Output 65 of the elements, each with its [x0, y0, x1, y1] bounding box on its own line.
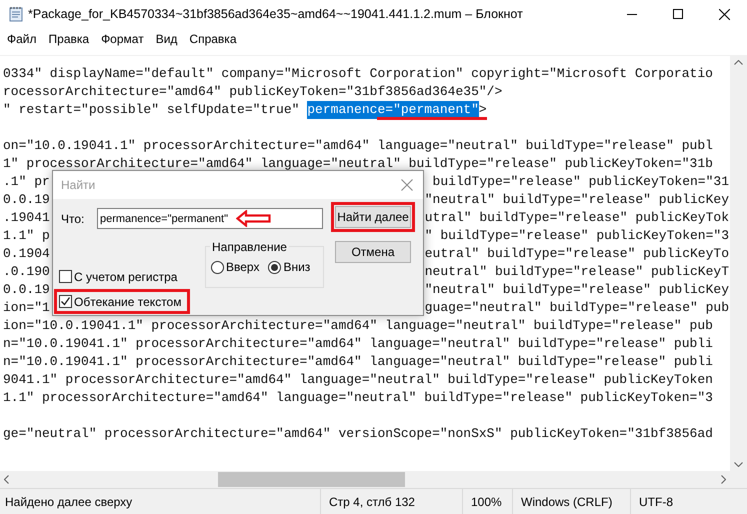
status-text: Windows (CRLF): [521, 494, 612, 510]
text-line: 0.1904: [3, 245, 50, 263]
text-line: 0.0.19: [3, 191, 50, 209]
radio-button[interactable]: [268, 260, 282, 274]
status-text: UTF-8: [639, 494, 673, 510]
text-line: neutral" buildType="release" publicKeyT: [424, 263, 729, 281]
status-text: Найдено далее сверху: [5, 494, 132, 510]
text-line: 1.1" p: [3, 227, 50, 245]
find-label: Что:: [60, 210, 86, 228]
text-line: 9041.1" processorArchitecture="amd64" language="neutral" buildType="release" publicKeyToken: [3, 371, 713, 389]
text-line: n="10.0.19041.1" processorArchitecture="amd64" language="neutral" buildType="release" publi: [3, 335, 713, 353]
text-line: " buildType="release" publicKeyToken="3: [424, 227, 729, 245]
status-text: Стр 4, стлб 132: [329, 494, 415, 510]
close-icon: [401, 179, 413, 191]
text-line: "neutral" buildType="release" publicKey: [424, 191, 729, 209]
text-line: on="10.0.19041.1" processorArchitecture="amd64" language="neutral" buildType="release" publ: [3, 137, 713, 155]
text-line: 0334" displayName="default" company="Microsoft Corporation" copyright="Microsoft Corporatio: [3, 65, 713, 83]
vertical-scrollbar[interactable]: [730, 56, 747, 471]
dialog-title: Найти: [61, 177, 96, 194]
scrollbar-thumb[interactable]: [218, 472, 405, 487]
close-icon: [718, 8, 730, 20]
text-line: utral" buildType="release" publicKeyTok: [424, 209, 729, 227]
scroll-down-icon[interactable]: [734, 462, 743, 467]
scroll-left-icon[interactable]: [4, 475, 9, 484]
text-line: 1.1" processorArchitecture="amd64" language="neutral" buildType="release" publicKeyToken="3: [3, 389, 713, 407]
checkbox[interactable]: [59, 295, 72, 308]
text-line: >: [478, 101, 487, 119]
menu-item[interactable]: Формат: [95, 28, 150, 49]
selected-text: permanence="permanent": [307, 101, 479, 119]
maximize-icon: [673, 9, 683, 19]
checkbox[interactable]: [59, 270, 72, 283]
menu-item[interactable]: Файл: [1, 28, 43, 49]
menu-item[interactable]: Вид: [150, 28, 184, 49]
window-title: *Package_for_KB4570334~31bf3856ad364e35~amd64~~19041.441.1.2.mum – Блокнот: [28, 6, 523, 23]
menu-item[interactable]: Справка: [183, 28, 242, 49]
radio-option[interactable]: Вверх: [211, 258, 260, 276]
text-line: buildType="release" publicKeyToken="31: [432, 173, 729, 191]
text-line: guage="neutral" buildType="release" pub: [424, 299, 729, 317]
text-line: " restart="possible" selfUpdate="true": [3, 101, 300, 119]
scroll-right-icon[interactable]: [721, 475, 726, 484]
text-line: ion="10.0.19041.1" processorArchitecture="amd64" language="neutral" buildType="release" pub: [3, 317, 713, 335]
notepad-icon: [8, 6, 24, 22]
text-line: rocessorArchitecture="amd64" publicKeyToken="31bf3856ad364e35"/>: [3, 83, 502, 101]
cancel-button[interactable]: Отмена: [335, 241, 411, 263]
text-line: .0.190: [3, 263, 50, 281]
text-line: "neutral" buildType="release" publicKey: [424, 281, 729, 299]
scroll-up-icon[interactable]: [734, 60, 743, 65]
radio-option[interactable]: Вниз: [268, 258, 310, 276]
check-icon: [60, 296, 71, 307]
text-line: .1" pr: [3, 173, 50, 191]
text-line: 1" processorArchitecture="amd64" language="neutral" buildType="release" publicKeyToken="31b: [3, 155, 713, 173]
text-line: ion="1: [3, 299, 50, 317]
text-line: ge="neutral" processorArchitecture="amd64" versionScope="nonSxS" publicKeyToken="31bf3856ad: [3, 425, 713, 443]
find-next-button[interactable]: Найти далее: [335, 206, 411, 228]
text-line: n="10.0.19041.1" processorArchitecture="amd64" language="neutral" buildType="release" publi: [3, 353, 713, 371]
checkbox-option[interactable]: С учетом регистра: [59, 268, 205, 285]
text-line: 0.0.19: [3, 281, 50, 299]
radio-button[interactable]: [211, 260, 224, 274]
menu-item[interactable]: Правка: [42, 28, 96, 49]
text-line: eutral" buildType="release" publicKeyTo: [424, 245, 729, 263]
checkbox-option[interactable]: Обтекание текстом: [59, 293, 182, 310]
find-input[interactable]: permanence="permanent": [97, 208, 323, 229]
status-text: 100%: [471, 494, 502, 510]
text-line: .19041: [3, 209, 50, 227]
arrow-icon: [236, 210, 271, 227]
